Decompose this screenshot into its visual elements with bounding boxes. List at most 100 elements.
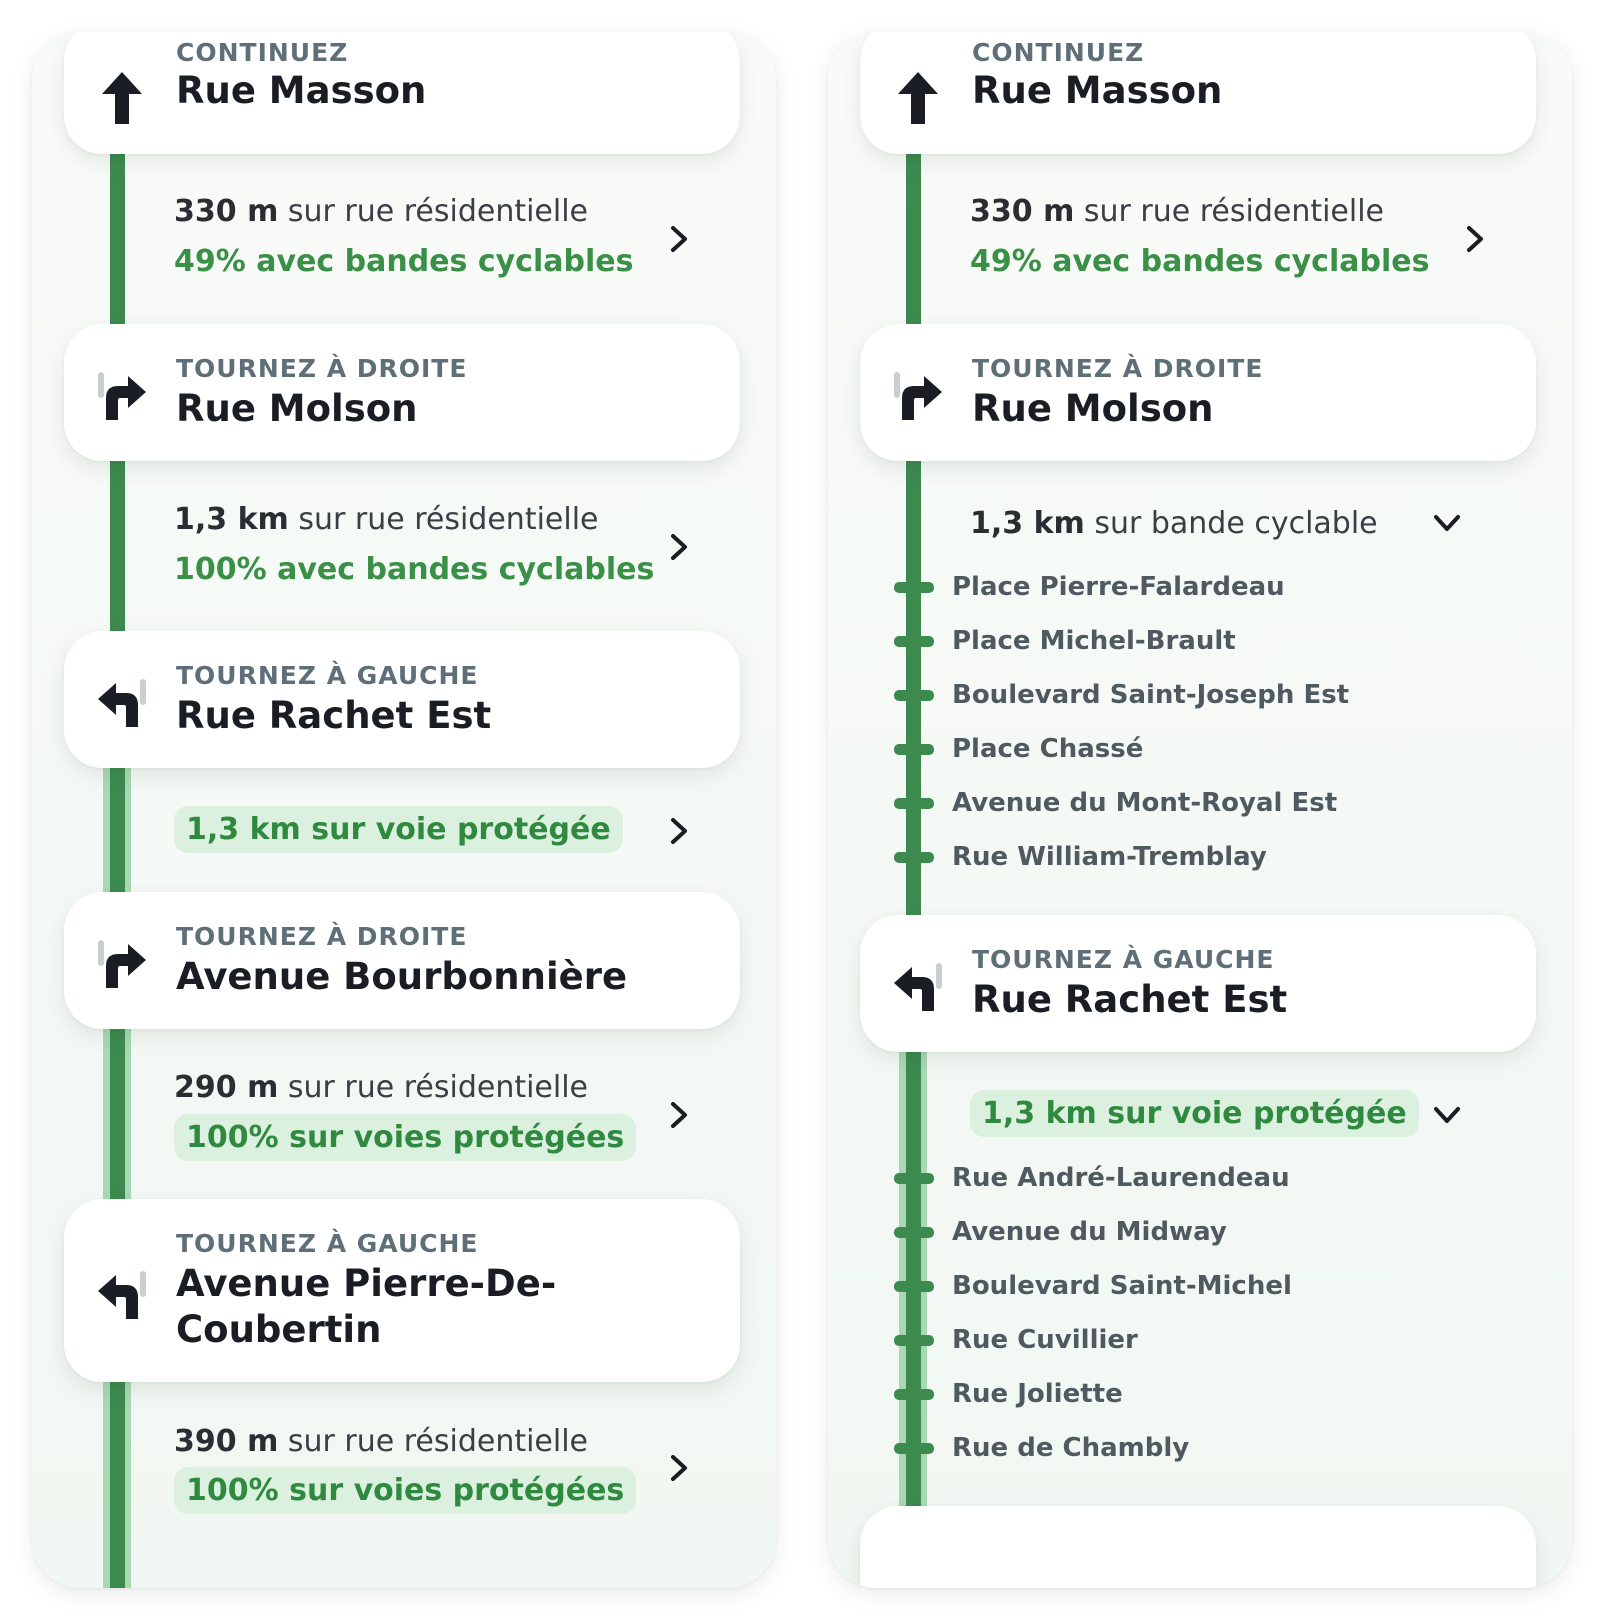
cross-street: Place Michel-Brault [952,626,1236,656]
turn-right-icon [894,372,942,420]
segment-bike-lane-share: 49% avec bandes cyclables [174,244,634,279]
chevron-right-icon[interactable] [664,1100,694,1130]
segment-road-type: sur rue résidentielle [288,502,599,537]
segment-distance: 330 m [970,194,1075,229]
turn-left-icon [98,1271,146,1319]
instruction-type: TOURNEZ À DROITE [972,354,1264,383]
segment-summary: 330 m sur rue résidentielle [174,194,588,229]
chevron-right-icon[interactable] [664,816,694,846]
segment-road-type: sur rue résidentielle [1074,194,1385,229]
instruction-card-turn-right[interactable]: TOURNEZ À DROITE Rue Molson [860,324,1536,461]
cross-street: Place Pierre-Falardeau [952,572,1285,602]
cross-street: Avenue du Mont-Royal Est [952,788,1338,818]
cross-street: Boulevard Saint-Joseph Est [952,680,1350,710]
segment-summary: 1,3 km sur voie protégée [174,806,623,853]
cross-street-tick [894,1173,934,1184]
segment-summary: 330 m sur rue résidentielle [970,194,1384,229]
street-name: Rue Rachet Est [972,978,1288,1021]
segment-road-type: sur bande cyclable [1084,506,1378,541]
segment-protected-share: 100% sur voies protégées [174,1114,637,1161]
instruction-card-turn-left[interactable]: TOURNEZ À GAUCHE Rue Rachet Est [64,631,740,768]
instruction-card-continue[interactable]: CONTINUEZ Rue Masson [860,32,1536,154]
segment-road-type: sur rue résidentielle [278,194,589,229]
street-name: Rue Molson [176,387,418,430]
cross-street-tick [894,1335,934,1346]
segment-distance: 1,3 km [174,502,289,537]
segment-distance: 330 m [174,194,279,229]
cross-street: Rue Joliette [952,1379,1123,1409]
route-segment-line [110,152,125,352]
instruction-type: TOURNEZ À DROITE [176,922,468,951]
chevron-down-icon[interactable] [1432,1100,1462,1130]
route-segment-line-protected [899,1042,927,1542]
cross-street-tick [894,744,934,755]
route-segment-line [906,152,921,352]
instruction-type: TOURNEZ À GAUCHE [176,661,479,690]
cross-street-tick [894,798,934,809]
arrow-up-icon [102,72,142,124]
cross-street-tick [894,582,934,593]
cross-street-tick [894,1389,934,1400]
instruction-card-next[interactable] [860,1506,1536,1588]
chevron-down-icon[interactable] [1432,508,1462,538]
instruction-card-turn-right[interactable]: TOURNEZ À DROITE Rue Molson [64,324,740,461]
chevron-right-icon[interactable] [664,1453,694,1483]
cross-street-tick [894,852,934,863]
turn-right-icon [98,940,146,988]
segment-protected-share: 100% sur voies protégées [174,1467,637,1514]
cross-street: Rue André-Laurendeau [952,1163,1290,1193]
route-segment-line [906,452,921,952]
instruction-type: CONTINUEZ [176,38,349,67]
segment-road-type: sur rue résidentielle [278,1424,589,1459]
street-name: Rue Masson [972,69,1223,112]
instruction-card-turn-left[interactable]: TOURNEZ À GAUCHE Rue Rachet Est [860,915,1536,1052]
turn-left-icon [98,679,146,727]
chevron-right-icon[interactable] [664,224,694,254]
instruction-type: TOURNEZ À GAUCHE [176,1229,479,1258]
cross-street-tick [894,1227,934,1238]
cross-street: Rue Cuvillier [952,1325,1138,1355]
chevron-right-icon[interactable] [1460,224,1490,254]
cross-street-tick [894,1443,934,1454]
street-name: Rue Molson [972,387,1214,430]
route-segment-line-protected [103,1372,131,1588]
protected-lane-pill: 1,3 km sur voie protégée [970,1090,1419,1137]
segment-summary: 390 m sur rue résidentielle [174,1424,588,1459]
cross-street-tick [894,1281,934,1292]
cross-street: Rue de Chambly [952,1433,1190,1463]
turn-left-icon [894,963,942,1011]
cross-street-tick [894,690,934,701]
protected-lane-pill: 100% sur voies protégées [174,1467,637,1514]
directions-panel-expanded: CONTINUEZ Rue Masson 330 m sur rue résid… [828,32,1572,1588]
segment-bike-lane-share: 49% avec bandes cyclables [970,244,1430,279]
instruction-card-continue[interactable]: CONTINUEZ Rue Masson [64,32,740,154]
instruction-type: TOURNEZ À GAUCHE [972,945,1275,974]
segment-distance: 290 m [174,1070,279,1105]
segment-distance: 390 m [174,1424,279,1459]
cross-street: Place Chassé [952,734,1144,764]
segment-summary: 1,3 km sur bande cyclable [970,506,1378,541]
instruction-type: TOURNEZ À DROITE [176,354,468,383]
cross-street: Rue William-Tremblay [952,842,1267,872]
cross-street: Boulevard Saint-Michel [952,1271,1292,1301]
protected-lane-pill: 1,3 km sur voie protégée [174,806,623,853]
instruction-type: CONTINUEZ [972,38,1145,67]
segment-summary: 1,3 km sur voie protégée [970,1090,1419,1137]
instruction-card-turn-left[interactable]: TOURNEZ À GAUCHE Avenue Pierre-De-Couber… [64,1199,740,1382]
turn-right-icon [98,372,146,420]
segment-summary: 1,3 km sur rue résidentielle [174,502,599,537]
street-name: Rue Masson [176,69,427,112]
segment-distance: 1,3 km [970,506,1085,541]
street-name: Rue Rachet Est [176,694,492,737]
cross-street-tick [894,636,934,647]
cross-street: Avenue du Midway [952,1217,1227,1247]
instruction-card-turn-right[interactable]: TOURNEZ À DROITE Avenue Bourbonnière [64,892,740,1029]
arrow-up-icon [898,72,938,124]
street-name: Avenue Pierre-De-Coubertin [176,1262,557,1351]
chevron-right-icon[interactable] [664,532,694,562]
directions-panel-collapsed: CONTINUEZ Rue Masson 330 m sur rue résid… [32,32,776,1588]
segment-summary: 290 m sur rue résidentielle [174,1070,588,1105]
segment-road-type: sur rue résidentielle [278,1070,589,1105]
protected-lane-pill: 100% sur voies protégées [174,1114,637,1161]
segment-bike-lane-share: 100% avec bandes cyclables [174,552,655,587]
